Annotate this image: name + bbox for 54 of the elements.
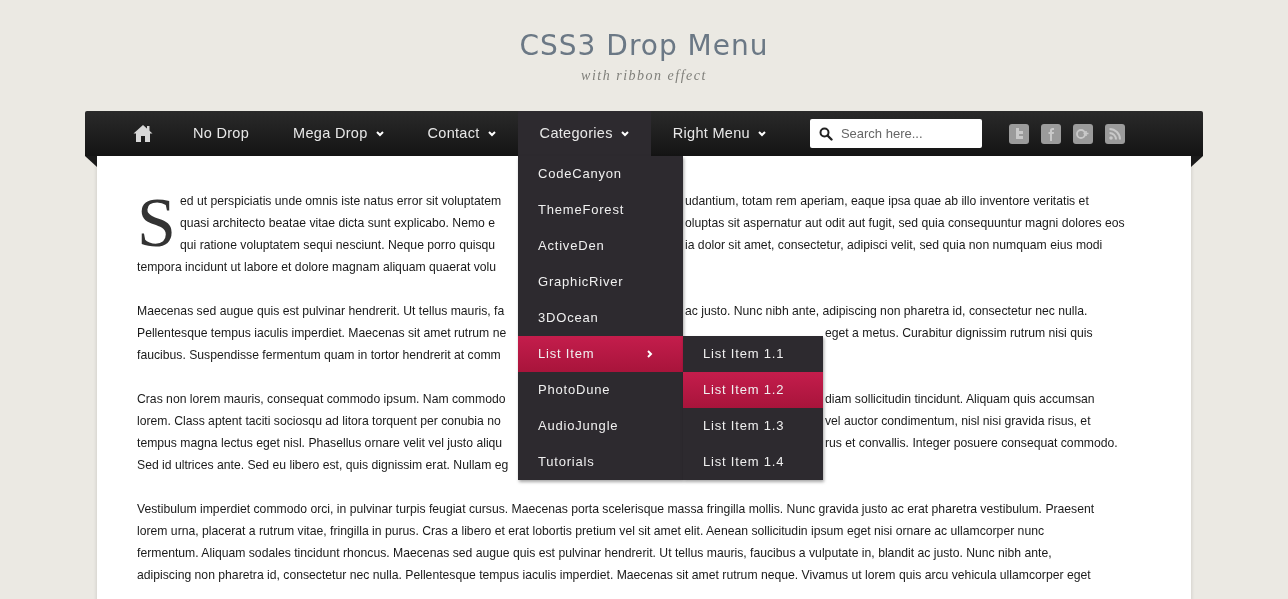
text-line: ed ut perspiciatis unde omnis iste natus error sit voluptatem [180,194,502,208]
nav-tab[interactable]: Right Menu [650,111,788,156]
menu-item[interactable]: List Item 1.3 [683,408,823,444]
menu-item[interactable]: PhotoDune [518,372,683,408]
text-line: tempora incidunt ut labore et dolore magnam aliquam quaerat volu [137,260,497,274]
drop-cap: S [137,196,176,250]
nav-tab[interactable]: Categories [517,111,651,156]
text-line: ia dolor sit amet, consectetur, adipisci velit, sed quia non numquam eius modi [685,237,1103,254]
menu-item[interactable]: CodeCanyon [518,156,683,192]
menu-item[interactable]: List Item [518,336,683,372]
text-line: lorem. Class aptent taciti sociosqu ad litora torquent per conubia no [137,414,501,428]
text-line: diam sollicitudin tincidunt. Aliquam quis accumsan [825,391,1095,408]
text-line: Maecenas sed augue quis est pulvinar hendrerit. Ut tellus mauris, fa [137,304,505,318]
text-line: quasi architecto beatae vitae dicta sunt explicabo. Nemo e [180,216,496,230]
text-line: Cras non lorem mauris, consequat commodo ipsum. Nam commodo [137,392,506,406]
menu-item[interactable]: ActiveDen [518,228,683,264]
text-line: fermentum. Aliquam sodales tincidunt rhoncus. Maecenas sed augue quis est pulvinar hendrerit. Ut tellus mauris, faucibus a vulputate in, blandit ac justo. Nunc nibh ante, [137,546,1052,560]
nav-tab[interactable]: Contact [405,111,518,156]
nav-tab[interactable]: No Drop [171,111,272,156]
rss-icon[interactable] [1104,123,1125,144]
text-line: faucibus. Suspendisse fermentum quam in tortor hendrerit at comm [137,348,501,362]
twitter-icon[interactable] [1008,123,1029,144]
menu-item[interactable]: List Item 1.2 [683,372,823,408]
google-plus-icon[interactable] [1072,123,1093,144]
chevron-right-icon [647,350,653,358]
text-line: lorem urna, placerat a rutrum vitae, fringilla in purus. Cras a libero et erat lobortis pretium vel sit amet elit. Aenean sollicitudin ipsum eget nisi ornare ac ullamcorper nunc [137,524,1045,538]
text-line: Pellentesque tempus iaculis imperdiet. Maecenas sit amet rutrum ne [137,326,507,340]
site-title: CSS3 Drop Menu [519,28,769,64]
text-line: Vestibulum imperdiet commodo orci, in pulvinar turpis feugiat cursus. Maecenas porta scelerisque massa fringilla mollis. Nunc gravida justo ac erat pharetra vestibulum. Praesent [137,502,1095,516]
ribbon-fold-left [85,156,97,167]
menu-item[interactable]: GraphicRiver [518,264,683,300]
text-line: vel auctor condimentum, nisl nisi gravida risus, et [825,413,1091,430]
facebook-icon[interactable] [1040,123,1061,144]
ribbon-fold-right [1191,156,1203,167]
text-line: Sed id ultrices ante. Sed eu libero est, quis dignissim erat. Nullam eg [137,458,509,472]
menu-item[interactable]: Tutorials [518,444,683,480]
home-icon [133,124,153,143]
menu-item[interactable]: AudioJungle [518,408,683,444]
text-line: udantium, totam rem aperiam, eaque ipsa quae ab illo inventore veritatis et [685,193,1089,210]
nav-tab[interactable]: Mega Drop [271,111,406,156]
menu-item[interactable]: ThemeForest [518,192,683,228]
text-line: ac justo. Nunc nibh ante, adipiscing non pharetra id, consectetur nec nulla. [685,303,1088,320]
text-line: adipiscing non pharetra id, consectetur nec nulla. Pellentesque tempus iaculis imperdiet. Maecenas sit amet rutrum neque. Vivamus ut lorem quis arcu vehicula ullamcorper eget [137,568,1091,582]
site-subtitle: with ribbon effect [581,67,707,85]
text-line: eget a metus. Curabitur dignissim rutrum nisi quis [825,325,1093,342]
text-line: tempus magna lectus eget nisl. Phasellus ornare velit vel justo aliqu [137,436,503,450]
menu-item[interactable]: List Item 1.4 [683,444,823,480]
text-line: oluptas sit aspernatur aut odit aut fugit, sed quia consequuntur magni dolores eos [685,215,1125,232]
menu-item[interactable]: 3DOcean [518,300,683,336]
text-line: qui ratione voluptatem sequi nesciunt. Neque porro quisqu [180,238,496,252]
search-icon [818,127,833,141]
menu-item[interactable]: List Item 1.1 [683,336,823,372]
search-field[interactable]: Search here... [809,119,982,148]
text-line: rus et convallis. Integer posuere consequat commodo. [825,435,1118,452]
